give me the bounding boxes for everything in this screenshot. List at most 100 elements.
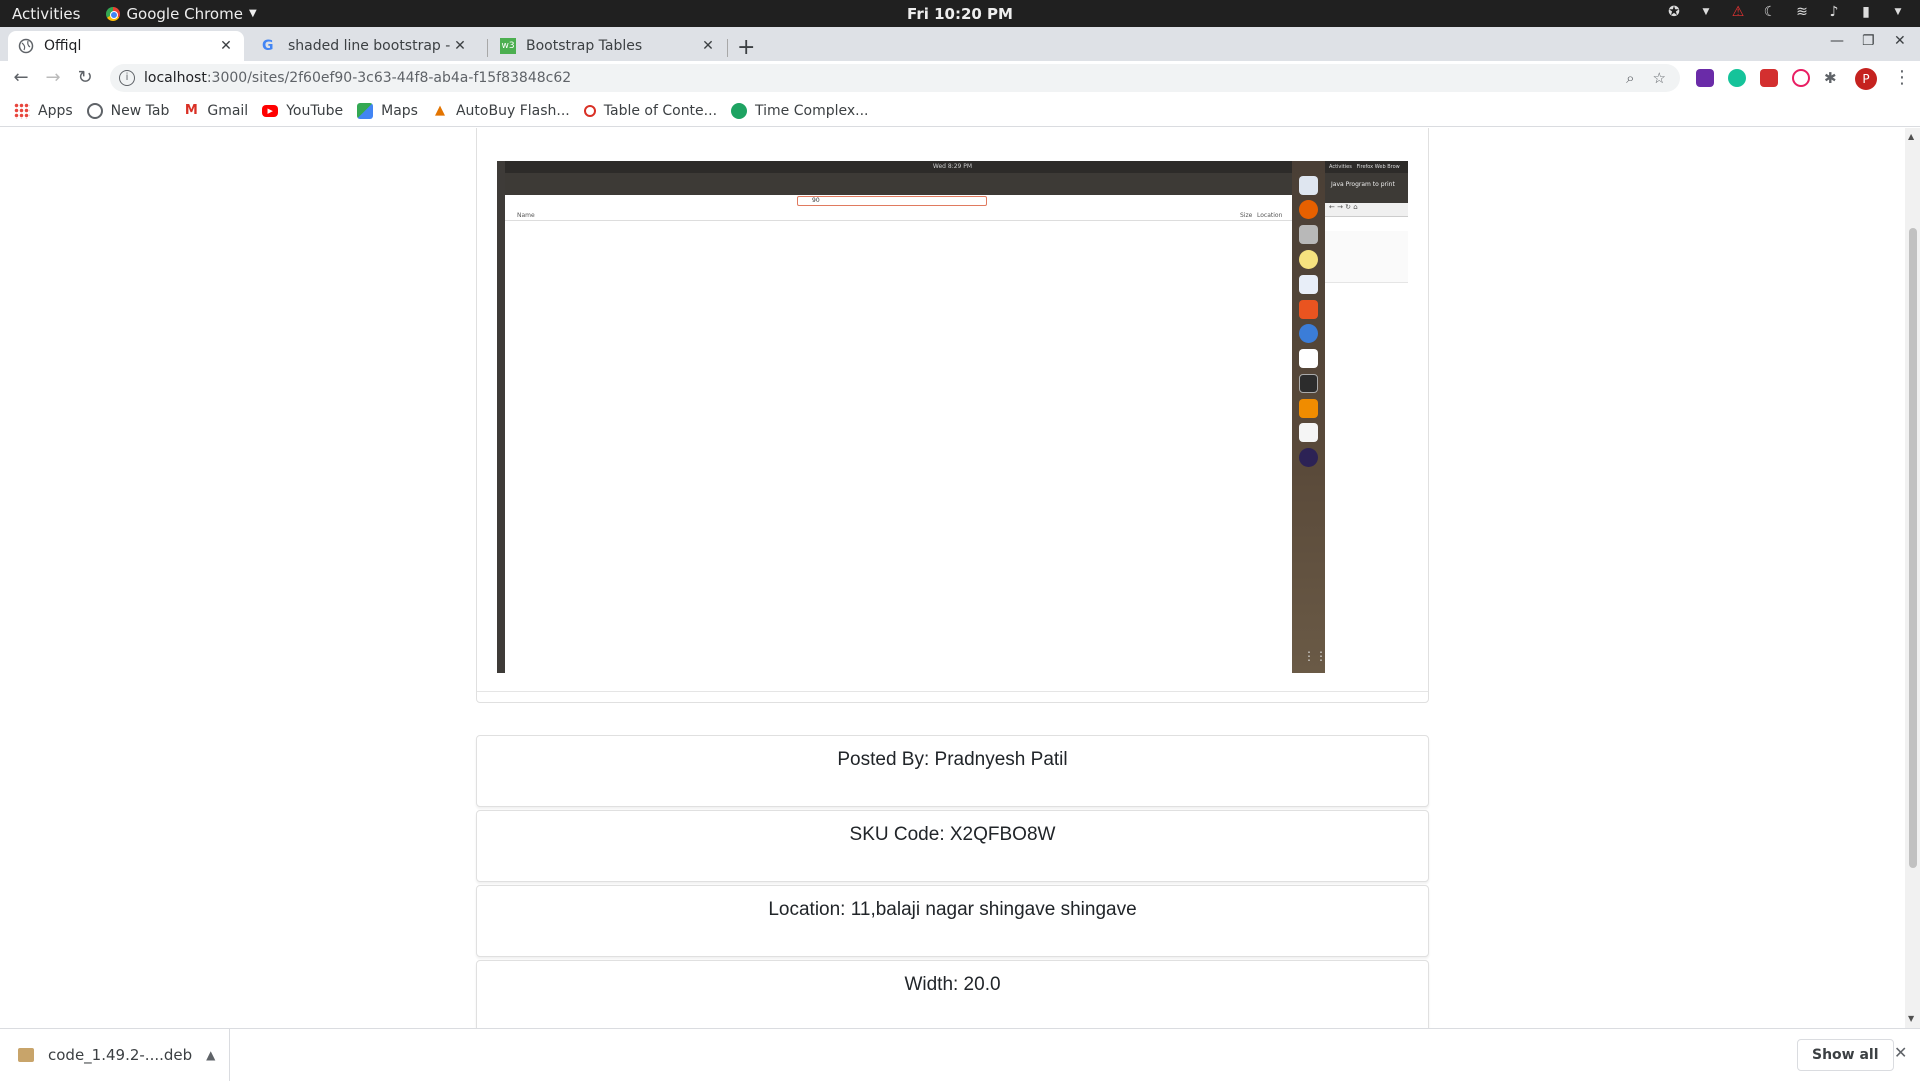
embedded-app-name: Firefox Web Brow — [1356, 164, 1400, 170]
chevron-down-icon: ▼ — [1702, 7, 1710, 17]
bookmark-time-complexity[interactable]: Time Complex... — [731, 102, 869, 119]
embedded-right-body — [1325, 231, 1408, 283]
activities-button[interactable]: Activities — [12, 5, 80, 23]
terminal-icon — [1299, 374, 1318, 393]
bookmark-label: New Tab — [110, 102, 170, 119]
bookmark-label: Apps — [38, 102, 73, 119]
restore-button[interactable]: ❐ — [1862, 33, 1875, 49]
embedded-search-text: 90 — [812, 197, 820, 204]
chevron-up-icon[interactable]: ▲ — [206, 1048, 215, 1062]
close-window-button[interactable]: ✕ — [1894, 33, 1906, 49]
download-item[interactable]: code_1.49.2-....deb ▲ — [18, 1029, 230, 1081]
embedded-column-header: Name Size Location — [505, 211, 1297, 221]
help-icon — [1299, 324, 1318, 343]
embedded-right-tabbar — [1325, 173, 1408, 203]
scroll-up-icon[interactable]: ▲ — [1908, 132, 1914, 141]
night-light-icon: ☾ — [1763, 4, 1777, 20]
tab-separator — [487, 39, 488, 57]
tab-separator — [727, 39, 728, 57]
maps-icon — [357, 102, 374, 119]
firefox-icon — [1299, 200, 1318, 219]
new-tab-button[interactable]: + — [737, 35, 755, 60]
puzzle-icon[interactable]: ✱ — [1824, 69, 1842, 87]
profile-avatar[interactable]: P — [1855, 68, 1877, 90]
bookmark-new-tab[interactable]: New Tab — [86, 102, 170, 119]
bookmark-table-of-contents[interactable]: Table of Conte... — [583, 102, 718, 119]
bookmark-maps[interactable]: Maps — [357, 102, 418, 119]
kite-extension-icon[interactable] — [1696, 69, 1714, 87]
battery-icon: ▮ — [1862, 4, 1870, 20]
info-icon[interactable]: i — [119, 70, 135, 86]
thunderbird-icon — [1299, 176, 1318, 195]
embedded-right-nav: ← → ↻ ⌂ — [1325, 203, 1408, 217]
pdf-extension-icon[interactable] — [1760, 69, 1778, 87]
embedded-clock: Wed 8:29 PM — [932, 163, 973, 170]
swirl-extension-icon[interactable] — [1792, 69, 1810, 87]
embedded-activities: Activities — [1329, 164, 1352, 170]
vlc-icon — [1299, 399, 1318, 418]
star-icon[interactable]: ☆ — [1653, 69, 1666, 87]
amazon-icon — [1299, 349, 1318, 368]
bookmark-label: AutoBuy Flash... — [455, 102, 570, 119]
package-icon — [18, 1048, 34, 1062]
rhythmbox-icon — [1299, 250, 1318, 269]
tab-bootstrap-tables[interactable]: w3 Bootstrap Tables ✕ — [490, 31, 726, 61]
bookmark-apps[interactable]: Apps — [14, 102, 73, 119]
bookmark-autobuy[interactable]: ▲ AutoBuy Flash... — [432, 103, 570, 119]
back-button[interactable]: ← — [10, 67, 32, 88]
time-complex-icon — [731, 102, 748, 119]
bookmark-label: Gmail — [207, 102, 249, 119]
address-bar[interactable]: i localhost:3000/sites/2f60ef90-3c63-44f… — [110, 64, 1680, 92]
files-icon — [1299, 225, 1318, 244]
embedded-col-location: Location — [1257, 212, 1283, 219]
system-tray[interactable]: ✪ ▼ ⚠ ☾ ≋ ♪ ▮ ▼ — [1666, 4, 1906, 20]
gmail-icon: M — [184, 102, 198, 118]
tab-shaded-line[interactable]: G shaded line bootstrap - Go ✕ — [252, 31, 478, 61]
eclipse-icon — [1299, 448, 1318, 467]
close-icon[interactable]: ✕ — [1894, 1043, 1907, 1062]
close-icon[interactable]: ✕ — [700, 38, 716, 54]
zoom-icon[interactable]: ⌕ — [1626, 69, 1634, 87]
browser-toolbar: ← → ↻ i localhost:3000/sites/2f60ef90-3c… — [0, 61, 1920, 95]
embedded-left-edge — [497, 161, 505, 673]
accessibility-icon[interactable]: ✪ — [1666, 4, 1682, 20]
posted-by-text: Posted By: Pradnyesh Patil — [837, 749, 1068, 770]
show-all-button[interactable]: Show all — [1797, 1039, 1894, 1071]
chevron-down-icon: ▼ — [1894, 7, 1902, 17]
globe-icon — [18, 38, 34, 54]
bookmarks-bar: Apps New Tab M Gmail ▶ YouTube Maps ▲ Au… — [0, 95, 1920, 127]
software-icon — [1299, 300, 1318, 319]
scroll-down-icon[interactable]: ▼ — [1908, 1014, 1914, 1023]
scrollbar-thumb[interactable] — [1909, 228, 1917, 868]
location-text: Location: 11,balaji nagar shingave shing… — [768, 899, 1137, 920]
clock[interactable]: Fri 10:20 PM — [907, 5, 1013, 23]
reload-button[interactable]: ↻ — [74, 67, 96, 88]
sku-card: SKU Code: X2QFBO8W — [476, 810, 1429, 882]
embedded-right-topbar: Activities Firefox Web Brow — [1325, 161, 1408, 173]
page-scrollbar[interactable]: ▲ ▼ — [1905, 128, 1920, 1028]
bookmark-label: YouTube — [286, 102, 344, 119]
chrome-icon — [106, 6, 121, 21]
globe-icon — [86, 102, 103, 119]
bookmark-gmail[interactable]: M Gmail — [183, 103, 248, 119]
menu-icon[interactable]: ⋮ — [1893, 67, 1911, 88]
app-menu[interactable]: Google Chrome ▼ — [106, 5, 257, 23]
chevron-down-icon: ▼ — [248, 8, 257, 19]
tab-title: shaded line bootstrap - Go — [288, 38, 452, 54]
minimize-button[interactable]: — — [1830, 33, 1844, 49]
grammarly-extension-icon[interactable] — [1728, 69, 1746, 87]
close-icon[interactable]: ✕ — [218, 38, 234, 54]
download-filename: code_1.49.2-....deb — [48, 1046, 193, 1064]
bookmark-youtube[interactable]: ▶ YouTube — [262, 103, 343, 119]
location-card: Location: 11,balaji nagar shingave shing… — [476, 885, 1429, 957]
warning-icon[interactable]: ⚠ — [1730, 4, 1746, 20]
close-icon[interactable]: ✕ — [452, 38, 468, 54]
tab-offiql[interactable]: Offiql ✕ — [8, 31, 244, 61]
bookmark-label: Table of Conte... — [603, 102, 718, 119]
tab-title: Bootstrap Tables — [526, 38, 643, 54]
text-editor-icon — [1299, 423, 1318, 442]
bookmark-label: Maps — [381, 102, 418, 119]
embedded-top-bar: Wed 8:29 PM — [497, 161, 1408, 173]
volume-icon: ♪ — [1829, 4, 1839, 20]
forward-button[interactable]: → — [42, 67, 64, 88]
